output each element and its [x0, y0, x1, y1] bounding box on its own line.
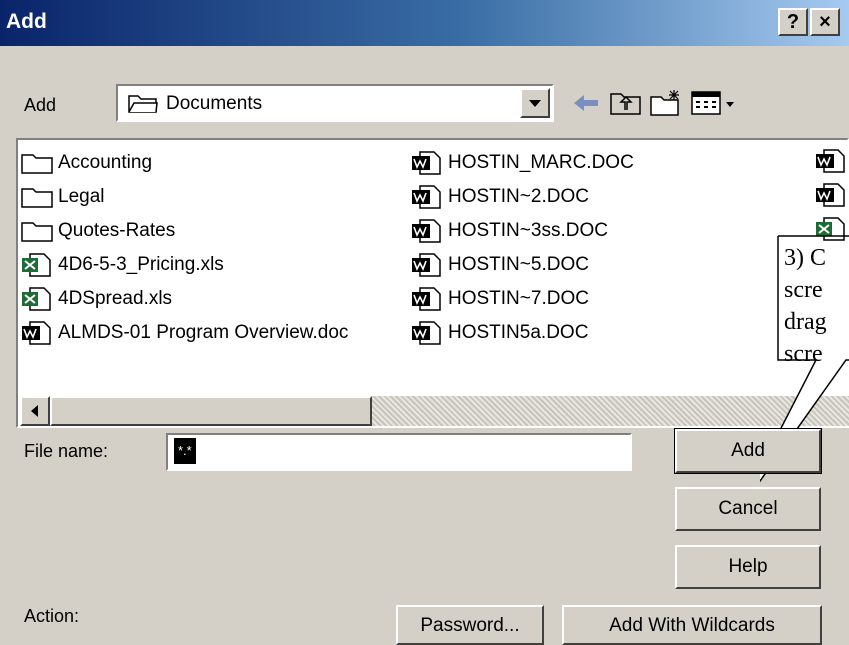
up-folder-icon[interactable] [608, 88, 644, 118]
scroll-left-button[interactable] [20, 396, 50, 426]
help-button[interactable]: Help [675, 545, 821, 589]
scroll-thumb[interactable] [50, 396, 372, 426]
callout-text: 3) C scre drag scre [784, 245, 827, 367]
list-item[interactable]: HOSTIN5a.DOC [410, 318, 588, 348]
word-file-icon [22, 321, 51, 345]
list-item[interactable]: HOSTIN~5.DOC [410, 250, 589, 280]
view-menu-icon[interactable] [690, 88, 738, 118]
list-item[interactable]: HOSTIN~2.DOC [410, 182, 589, 212]
file-name-input[interactable]: *.* [166, 433, 632, 471]
list-item[interactable]: HOSTIN_MARC.DOC [410, 148, 634, 178]
folder-icon [21, 222, 53, 242]
file-list[interactable]: Accounting Legal Quotes-Rates 4D6-5-3_Pr… [16, 138, 849, 428]
add-button[interactable]: Add [674, 428, 822, 474]
close-button[interactable]: × [810, 8, 840, 36]
word-file-icon [412, 151, 441, 175]
title-bar[interactable]: Add ? × [0, 0, 849, 46]
word-file-icon [412, 321, 441, 345]
combo-dropdown-button[interactable] [520, 88, 550, 118]
folder-icon [21, 154, 53, 174]
list-item[interactable]: HOSTIN~3ss.DOC [410, 216, 608, 246]
list-item[interactable]: 4D6-5-3_Pricing.xls [20, 250, 224, 280]
list-item[interactable]: HOSTIN~7.DOC [410, 284, 589, 314]
word-file-icon [412, 219, 441, 243]
folder-icon [21, 188, 53, 208]
look-in-label: Add [24, 95, 57, 115]
new-folder-icon[interactable] [648, 88, 684, 118]
look-in-value: Documents [166, 93, 263, 114]
word-file-icon [412, 253, 441, 277]
list-item[interactable]: Accounting [20, 148, 152, 178]
list-item[interactable]: Legal [20, 182, 105, 212]
password-button[interactable]: Password... [396, 605, 544, 645]
horizontal-scrollbar[interactable] [20, 396, 849, 426]
file-name-value: *.* [174, 438, 196, 464]
word-file-icon[interactable] [814, 148, 848, 174]
word-file-icon [412, 287, 441, 311]
word-file-icon [412, 185, 441, 209]
list-item[interactable]: 4DSpread.xls [20, 284, 172, 314]
window-title: Add [6, 10, 47, 33]
chevron-left-icon [31, 405, 38, 417]
look-in-combo[interactable]: Documents [116, 84, 554, 122]
file-name-label: File name: [24, 441, 109, 461]
excel-file-icon [22, 253, 51, 277]
back-arrow-icon[interactable] [568, 88, 604, 118]
folder-open-icon [128, 95, 158, 113]
word-file-icon[interactable] [814, 182, 848, 208]
excel-file-icon [22, 287, 51, 311]
add-with-wildcards-button[interactable]: Add With Wildcards [562, 605, 822, 645]
list-item[interactable]: ALMDS-01 Program Overview.doc [20, 318, 348, 348]
cancel-button[interactable]: Cancel [675, 487, 821, 531]
list-item[interactable]: Quotes-Rates [20, 216, 175, 246]
help-title-button[interactable]: ? [778, 8, 808, 36]
chevron-down-icon [529, 100, 541, 107]
action-label: Action: [24, 606, 80, 626]
